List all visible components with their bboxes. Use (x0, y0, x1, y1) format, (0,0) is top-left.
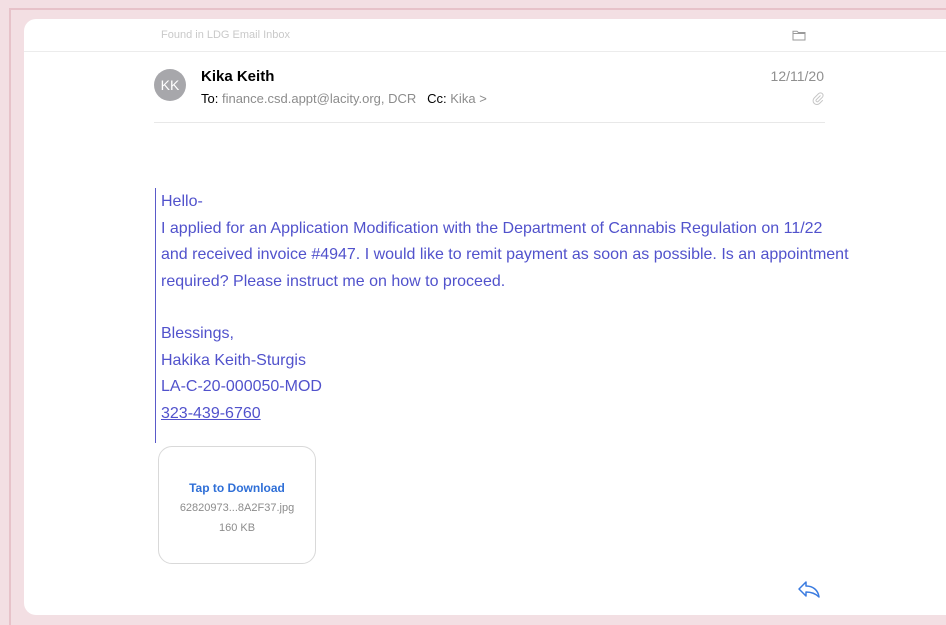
to-label: To: (201, 91, 219, 106)
frame-left-border (9, 8, 11, 625)
license-number: LA-C-20-000050-MOD (161, 378, 322, 395)
sender-name[interactable]: Kika Keith (201, 68, 274, 85)
email-card: Found in LDG Email Inbox KK Kika Keith T… (24, 19, 946, 615)
chevron-right-icon[interactable]: > (479, 91, 487, 106)
header-divider (154, 122, 825, 123)
folder-icon[interactable] (792, 29, 806, 41)
body-paragraph: I applied for an Application Modificatio… (161, 219, 849, 290)
frame-top-border (9, 8, 946, 10)
mailbox-bar: Found in LDG Email Inbox (24, 19, 946, 52)
window-frame: Found in LDG Email Inbox KK Kika Keith T… (0, 0, 946, 625)
mailbox-label: Found in LDG Email Inbox (161, 29, 291, 41)
paperclip-icon (812, 92, 824, 105)
phone-link[interactable]: 323-439-6760 (161, 405, 261, 422)
cc-recipients[interactable]: Kika (450, 91, 475, 106)
avatar[interactable]: KK (154, 69, 186, 101)
reply-icon[interactable] (797, 579, 821, 599)
signature-name: Hakika Keith-Sturgis (161, 351, 306, 369)
cc-label: Cc: (427, 91, 447, 106)
attachment-tile[interactable]: Tap to Download 62820973...8A2F37.jpg 16… (158, 446, 316, 564)
attachment-size: 160 KB (218, 522, 256, 534)
download-label[interactable]: Tap to Download (159, 481, 315, 495)
recipients-line[interactable]: To: finance.csd.appt@lacity.org, DCR Cc:… (201, 91, 487, 106)
to-recipients[interactable]: finance.csd.appt@lacity.org, DCR (222, 91, 416, 106)
signoff: Blessings, (161, 325, 234, 342)
attachment-filename: 62820973...8A2F37.jpg (179, 502, 295, 514)
quote-bar (155, 188, 156, 443)
message-body: Hello- I applied for an Application Modi… (161, 189, 851, 427)
message-date: 12/11/20 (770, 68, 824, 84)
greeting: Hello- (161, 193, 203, 210)
